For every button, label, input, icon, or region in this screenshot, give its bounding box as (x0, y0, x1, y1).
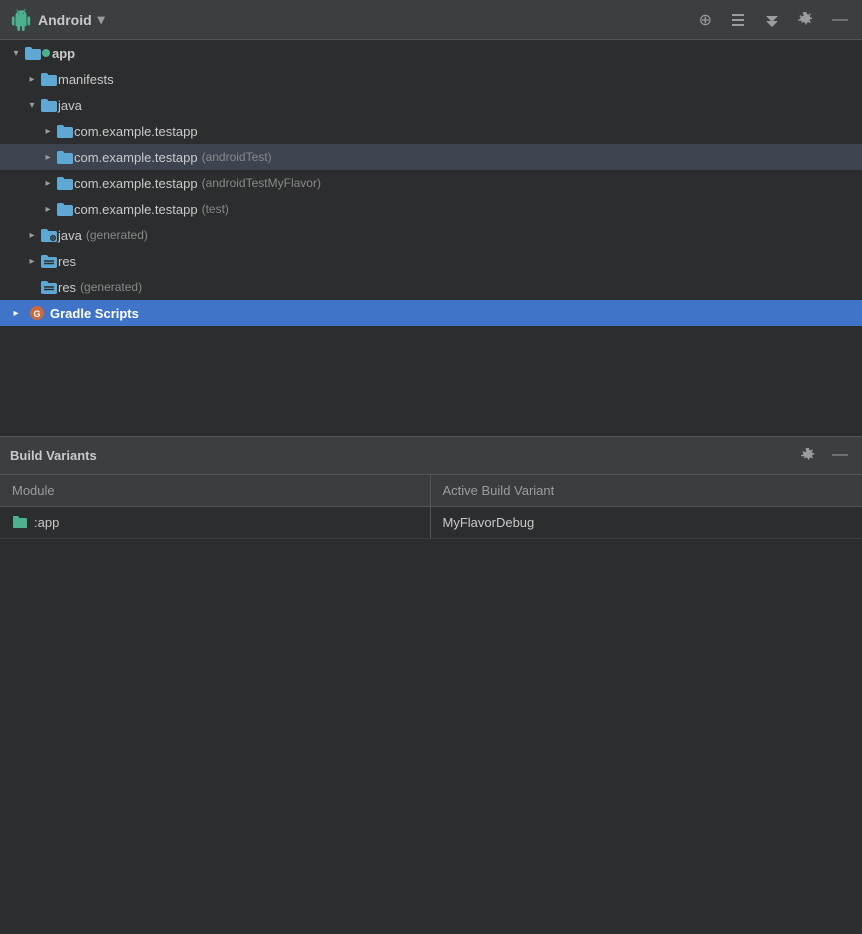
settings-button[interactable] (794, 10, 818, 30)
add-button[interactable]: ⊕ (695, 8, 716, 32)
expand-arrow-pkg2 (40, 149, 56, 165)
tree-item-res[interactable]: res (0, 248, 862, 274)
android-icon (10, 9, 32, 31)
settings-icon (798, 12, 814, 28)
variant-value: MyFlavorDebug (443, 515, 535, 530)
project-title: Android (38, 12, 92, 28)
pkg3-label: com.example.testapp (74, 176, 198, 191)
tree-item-app[interactable]: app (0, 40, 862, 66)
bv-minimize-button[interactable]: — (828, 444, 852, 466)
folder-res-icon (40, 254, 58, 268)
tree-item-pkg1[interactable]: com.example.testapp (0, 118, 862, 144)
bottom-area (0, 539, 862, 934)
folder-pkg3-icon (56, 176, 74, 190)
gradle-icon: G (28, 305, 46, 321)
svg-text:G: G (33, 309, 40, 319)
module-cell: :app (0, 506, 430, 538)
folder-pkg1-icon (56, 124, 74, 138)
tree-item-java[interactable]: java (0, 92, 862, 118)
expand-arrow-app (8, 45, 24, 61)
app-label: app (52, 46, 75, 61)
build-variants-header: Build Variants — (0, 437, 862, 475)
tree-item-pkg4[interactable]: com.example.testapp (test) (0, 196, 862, 222)
col-module-header: Module (0, 475, 430, 507)
pkg2-label: com.example.testapp (74, 150, 198, 165)
toolbar: Android ▾ ⊕ — (0, 0, 862, 40)
expand-arrow-java (24, 97, 40, 113)
expand-arrow-pkg4 (40, 201, 56, 217)
table-header-row: Module Active Build Variant (0, 475, 862, 507)
tree-item-pkg2[interactable]: com.example.testapp (androidTest) (0, 144, 862, 170)
expand-arrow-manifests (24, 71, 40, 87)
res-gen-label: res (58, 280, 76, 295)
expand-arrow-java-gen (24, 227, 40, 243)
tree-item-pkg3[interactable]: com.example.testapp (androidTestMyFlavor… (0, 170, 862, 196)
expand-arrow-pkg3 (40, 175, 56, 191)
expand-arrow-pkg1 (40, 123, 56, 139)
folder-app-icon (24, 46, 42, 60)
pkg2-suffix: (androidTest) (202, 150, 272, 164)
java-gen-suffix: (generated) (86, 228, 148, 242)
tree-item-manifests[interactable]: manifests (0, 66, 862, 92)
dropdown-arrow[interactable]: ▾ (98, 11, 105, 28)
tree-item-res-gen[interactable]: res (generated) (0, 274, 862, 300)
pkg1-label: com.example.testapp (74, 124, 198, 139)
java-label: java (58, 98, 82, 113)
collapse-all-icon (730, 12, 746, 28)
table-row: :app MyFlavorDebug (0, 506, 862, 538)
expand-icon (764, 12, 780, 28)
toolbar-title: Android ▾ (10, 9, 695, 31)
build-variants-table: Module Active Build Variant :app (0, 475, 862, 539)
bv-settings-icon (801, 448, 816, 463)
file-tree: app manifests java com.example.testapp (0, 40, 862, 436)
variant-cell[interactable]: MyFlavorDebug (430, 506, 862, 538)
minimize-button[interactable]: — (828, 9, 852, 31)
tree-item-java-gen[interactable]: java (generated) (0, 222, 862, 248)
pkg3-suffix: (androidTestMyFlavor) (202, 176, 321, 190)
folder-java-icon (40, 98, 58, 112)
app-dot (42, 49, 50, 57)
expand-arrow-gradle (8, 305, 24, 321)
folder-manifests-icon (40, 72, 58, 86)
build-variants-panel: Build Variants — Module Active Build Var… (0, 436, 862, 539)
res-gen-suffix: (generated) (80, 280, 142, 294)
expand-button[interactable] (760, 10, 784, 30)
module-name: :app (34, 515, 59, 530)
bv-actions: — (797, 444, 852, 466)
build-variants-title: Build Variants (10, 448, 797, 463)
toolbar-actions: ⊕ — (695, 8, 852, 32)
folder-pkg4-icon (56, 202, 74, 216)
module-folder-icon (12, 515, 28, 529)
folder-res-gen-icon (40, 280, 58, 294)
java-gen-label: java (58, 228, 82, 243)
expand-arrow-res (24, 253, 40, 269)
pkg4-suffix: (test) (202, 202, 229, 216)
folder-java-gen-icon (40, 228, 58, 242)
pkg4-label: com.example.testapp (74, 202, 198, 217)
res-label: res (58, 254, 76, 269)
main-container: Android ▾ ⊕ — (0, 0, 862, 934)
manifests-label: manifests (58, 72, 114, 87)
tree-item-gradle[interactable]: G Gradle Scripts (0, 300, 862, 326)
collapse-all-button[interactable] (726, 10, 750, 30)
bv-settings-button[interactable] (797, 444, 820, 466)
folder-pkg2-icon (56, 150, 74, 164)
col-variant-header: Active Build Variant (430, 475, 862, 507)
gradle-label: Gradle Scripts (50, 306, 139, 321)
